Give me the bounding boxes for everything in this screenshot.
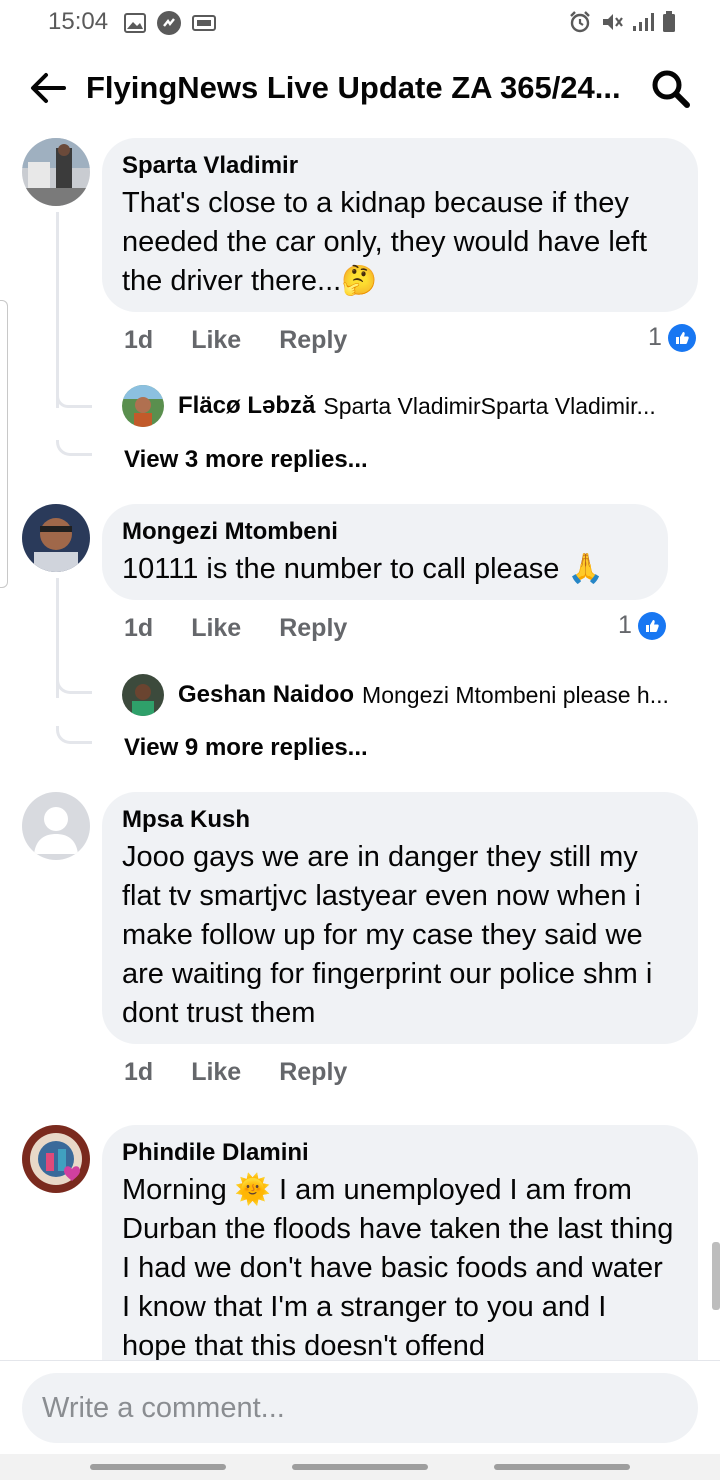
- scrollbar-thumb[interactable]: [712, 1242, 720, 1310]
- system-nav-bar: [0, 1454, 720, 1480]
- comment-composer: [0, 1360, 720, 1454]
- thread-connector: [56, 726, 92, 744]
- reply-snippet: Mongezi Mtombeni please h...: [362, 681, 669, 708]
- thread-line: [56, 212, 59, 408]
- view-more-replies-link[interactable]: View 9 more replies...: [124, 734, 368, 762]
- app-header: FlyingNews Live Update ZA 365/24...: [0, 52, 720, 124]
- status-left-icons: [124, 10, 216, 36]
- like-button[interactable]: Like: [191, 1058, 241, 1087]
- nav-recents-button[interactable]: [90, 1464, 226, 1470]
- page-title: FlyingNews Live Update ZA 365/24...: [86, 70, 621, 105]
- mute-icon: [603, 14, 623, 30]
- thread-connector: [56, 440, 92, 456]
- messenger-icon: [157, 11, 181, 35]
- reaction-summary[interactable]: 1: [648, 323, 696, 352]
- image-icon: [124, 13, 146, 33]
- thread-connector: [56, 680, 92, 694]
- reply-snippet: Sparta VladimirSparta Vladimir...: [323, 392, 656, 419]
- signal-icon: [633, 13, 654, 31]
- cast-icon: [192, 15, 216, 31]
- avatar[interactable]: [22, 792, 90, 860]
- comment-author[interactable]: Sparta Vladimir: [122, 152, 678, 180]
- comment-author[interactable]: Mpsa Kush: [122, 806, 678, 834]
- thread-connector: [56, 396, 92, 408]
- view-more-replies-link[interactable]: View 3 more replies...: [124, 446, 368, 474]
- arrow-left-icon: [31, 73, 66, 103]
- status-time: 15:04: [48, 8, 109, 35]
- reply-preview[interactable]: Geshan Naidoo Mongezi Mtombeni please h.…: [122, 673, 698, 717]
- comment-actions: 1d Like Reply: [124, 1058, 385, 1087]
- comment-bubble[interactable]: Mongezi Mtombeni 10111 is the number to …: [102, 504, 668, 600]
- comment-time[interactable]: 1d: [124, 326, 153, 355]
- avatar[interactable]: [22, 138, 90, 206]
- search-button[interactable]: [648, 66, 692, 110]
- comment-time[interactable]: 1d: [124, 1058, 153, 1087]
- status-right-icons: [568, 10, 676, 34]
- avatar: [122, 674, 164, 716]
- battery-icon: [663, 11, 675, 32]
- reply-author: Fläcø Ləbză: [178, 392, 316, 419]
- like-button[interactable]: Like: [191, 614, 241, 643]
- comment-text: That's close to a kidnap because if they…: [122, 187, 648, 297]
- back-button[interactable]: [26, 66, 70, 110]
- comment-input-container[interactable]: [22, 1373, 698, 1443]
- comment-author[interactable]: Phindile Dlamini: [122, 1139, 678, 1167]
- nav-home-button[interactable]: [292, 1464, 428, 1470]
- comment-actions: 1d Like Reply: [124, 614, 385, 643]
- comment-time[interactable]: 1d: [124, 614, 153, 643]
- like-reaction-icon: [637, 611, 666, 640]
- reply-button[interactable]: Reply: [279, 1058, 347, 1087]
- reaction-count: 1: [618, 611, 632, 639]
- reaction-summary[interactable]: 1: [618, 611, 666, 640]
- status-bar: 15:04: [0, 0, 720, 44]
- avatar[interactable]: [22, 1125, 90, 1193]
- reply-button[interactable]: Reply: [279, 614, 347, 643]
- reply-author: Geshan Naidoo: [178, 681, 355, 708]
- comment-input[interactable]: [42, 1385, 662, 1431]
- like-reaction-icon: [667, 323, 696, 352]
- reply-preview[interactable]: Fläcø Ləbză Sparta VladimirSparta Vladim…: [122, 384, 698, 428]
- comment-bubble[interactable]: Sparta Vladimir That's close to a kidnap…: [102, 138, 698, 312]
- search-icon: [652, 70, 690, 108]
- comment-author[interactable]: Mongezi Mtombeni: [122, 518, 648, 546]
- avatar[interactable]: [22, 504, 90, 572]
- comment-actions: 1d Like Reply: [124, 326, 385, 355]
- comment-bubble[interactable]: Mpsa Kush Jooo gays we are in danger the…: [102, 792, 698, 1044]
- comment-text: Jooo gays we are in danger they still my…: [122, 841, 653, 1029]
- like-button[interactable]: Like: [191, 326, 241, 355]
- comment-text: 10111 is the number to call please 🙏: [122, 553, 604, 585]
- comment-text: Morning 🌞 I am unemployed I am from Durb…: [122, 1174, 674, 1362]
- reply-button[interactable]: Reply: [279, 326, 347, 355]
- side-panel-edge: [0, 300, 8, 588]
- nav-back-button[interactable]: [494, 1464, 630, 1470]
- avatar: [122, 385, 164, 427]
- alarm-icon: [570, 11, 590, 33]
- default-avatar-icon: [22, 792, 90, 860]
- reaction-count: 1: [648, 323, 662, 351]
